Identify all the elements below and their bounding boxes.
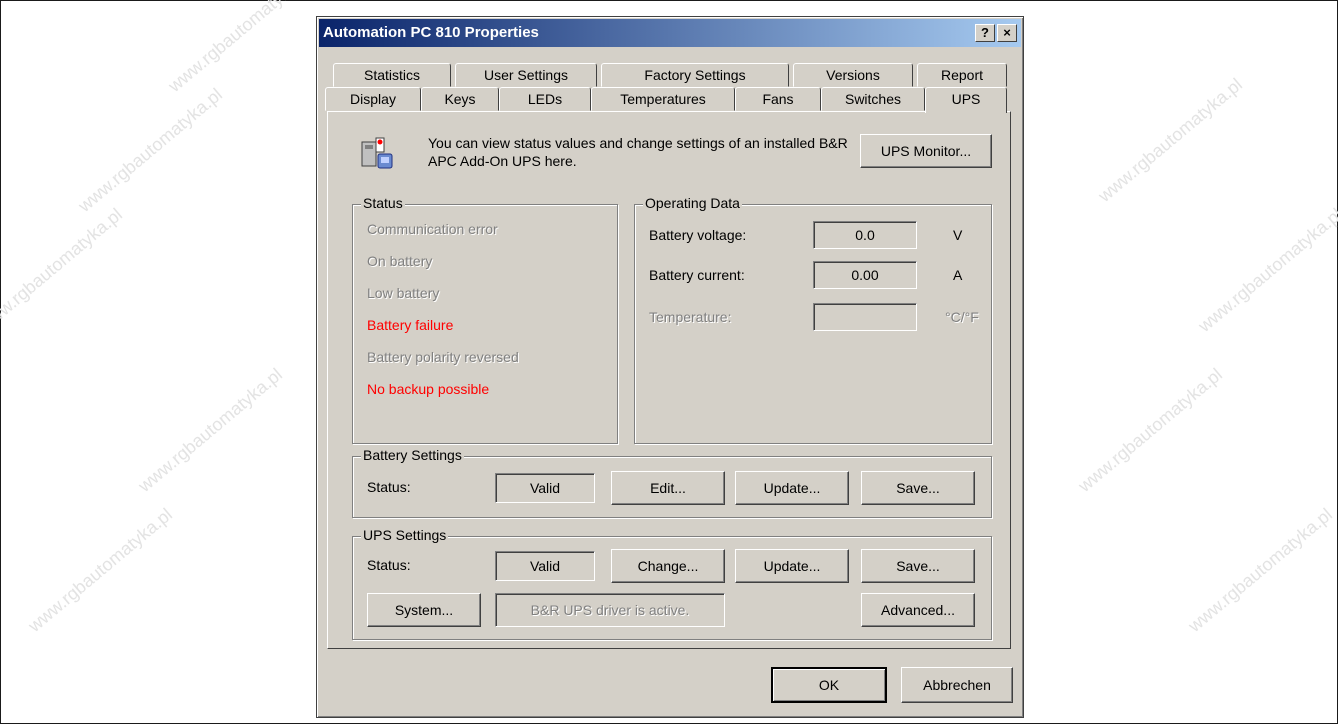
tab-factory-settings[interactable]: Factory Settings	[601, 63, 789, 87]
help-button[interactable]: ?	[975, 24, 995, 42]
ups-monitor-button[interactable]: UPS Monitor...	[860, 134, 992, 168]
status-battery-failure: Battery failure	[367, 317, 454, 333]
tab-row-back: Statistics User Settings Factory Setting…	[325, 63, 1009, 87]
status-low-battery: Low battery	[367, 285, 440, 301]
ups-settings-title: UPS Settings	[361, 527, 449, 543]
status-communication-error: Communication error	[367, 221, 498, 237]
ups-tab-panel: You can view status values and change se…	[327, 111, 1011, 649]
temperature-label: Temperature:	[649, 309, 732, 325]
info-text: You can view status values and change se…	[428, 135, 848, 169]
battery-current-field: 0.00	[813, 261, 917, 289]
ups-change-button[interactable]: Change...	[611, 549, 725, 583]
system-button[interactable]: System...	[367, 593, 481, 627]
status-group-title: Status	[361, 195, 405, 211]
tab-row-front: Display Keys LEDs Temperatures Fans Swit…	[325, 87, 1009, 113]
status-on-battery: On battery	[367, 253, 433, 269]
battery-settings-title: Battery Settings	[361, 447, 464, 463]
tab-fans[interactable]: Fans	[735, 87, 821, 111]
temperature-unit: °C/°F	[945, 309, 979, 325]
ups-save-button[interactable]: Save...	[861, 549, 975, 583]
properties-dialog: Automation PC 810 Properties ? × Statist…	[316, 16, 1024, 718]
ups-device-icon	[361, 137, 393, 169]
temperature-field	[813, 303, 917, 331]
status-group: Status Communication error On battery Lo…	[352, 195, 618, 444]
advanced-button[interactable]: Advanced...	[861, 593, 975, 627]
tab-display[interactable]: Display	[325, 87, 421, 111]
title-bar[interactable]: Automation PC 810 Properties ? ×	[319, 19, 1021, 47]
ups-update-button[interactable]: Update...	[735, 549, 849, 583]
battery-voltage-label: Battery voltage:	[649, 227, 747, 243]
ups-status-label: Status:	[367, 557, 411, 573]
status-battery-polarity-reversed: Battery polarity reversed	[367, 349, 519, 365]
tab-switches[interactable]: Switches	[821, 87, 925, 111]
battery-current-label: Battery current:	[649, 267, 745, 283]
operating-data-group: Operating Data Battery voltage: 0.0 V Ba…	[634, 195, 992, 444]
operating-data-title: Operating Data	[643, 195, 742, 211]
tab-report[interactable]: Report	[917, 63, 1007, 87]
tab-user-settings[interactable]: User Settings	[455, 63, 597, 87]
tab-statistics[interactable]: Statistics	[333, 63, 451, 87]
ups-settings-group: UPS Settings Status: Valid Change... Upd…	[352, 527, 992, 640]
tab-leds[interactable]: LEDs	[499, 87, 591, 111]
battery-save-button[interactable]: Save...	[861, 471, 975, 505]
driver-status-field: B&R UPS driver is active.	[495, 593, 725, 627]
battery-current-unit: A	[953, 267, 963, 283]
tab-versions[interactable]: Versions	[793, 63, 913, 87]
ok-button[interactable]: OK	[771, 667, 887, 703]
battery-settings-group: Battery Settings Status: Valid Edit... U…	[352, 447, 992, 518]
battery-status-label: Status:	[367, 479, 411, 495]
battery-status-field: Valid	[495, 473, 595, 503]
battery-update-button[interactable]: Update...	[735, 471, 849, 505]
tab-temperatures[interactable]: Temperatures	[591, 87, 735, 111]
window-title: Automation PC 810 Properties	[323, 24, 539, 41]
ups-status-field: Valid	[495, 551, 595, 581]
battery-voltage-unit: V	[953, 227, 963, 243]
close-button[interactable]: ×	[997, 24, 1017, 42]
battery-edit-button[interactable]: Edit...	[611, 471, 725, 505]
cancel-button[interactable]: Abbrechen	[901, 667, 1013, 703]
battery-voltage-field: 0.0	[813, 221, 917, 249]
tab-keys[interactable]: Keys	[421, 87, 499, 111]
tab-ups[interactable]: UPS	[925, 87, 1007, 113]
status-no-backup-possible: No backup possible	[367, 381, 490, 397]
